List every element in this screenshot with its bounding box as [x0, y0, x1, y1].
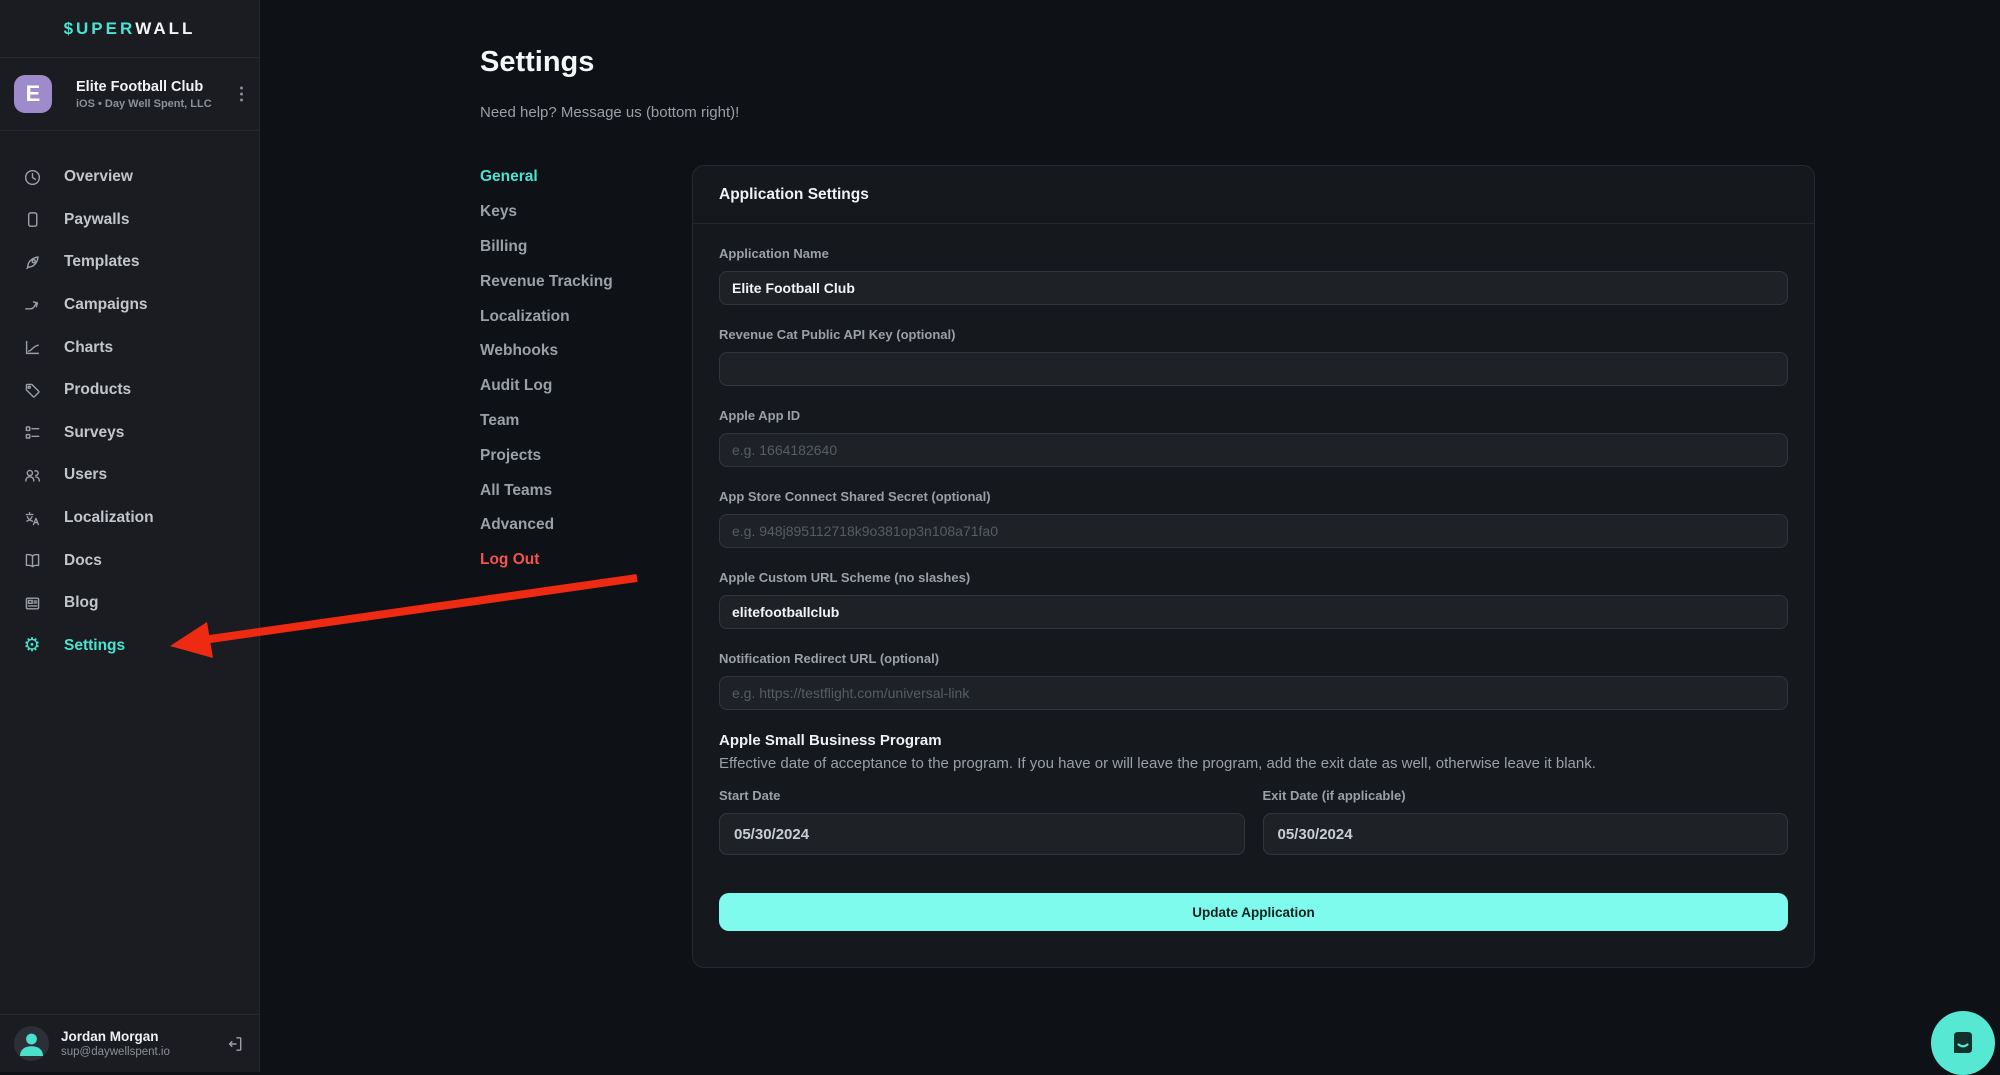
survey-list-icon [22, 423, 42, 443]
sidebar-item-label: Settings [64, 637, 125, 655]
sidebar-item-label: Users [64, 466, 107, 484]
logo-accent-text: $UPER [64, 19, 136, 39]
sidebar: $UPERWALL E Elite Football Club iOS • Da… [0, 0, 260, 1072]
user-email: sup@daywellspent.io [61, 1046, 170, 1058]
user-name: Jordan Morgan [61, 1029, 170, 1044]
settings-nav-webhooks[interactable]: Webhooks [480, 334, 680, 369]
revenuecat-key-label: Revenue Cat Public API Key (optional) [719, 327, 1788, 343]
page-subtitle: Need help? Message us (bottom right)! [480, 104, 739, 121]
small-business-description: Effective date of acceptance to the prog… [719, 755, 1788, 773]
app-subtitle: iOS • Day Well Spent, LLC [76, 98, 212, 110]
small-business-title: Apple Small Business Program [719, 732, 1788, 750]
sidebar-item-surveys[interactable]: Surveys [0, 412, 259, 455]
sidebar-item-users[interactable]: Users [0, 454, 259, 497]
sidebar-item-templates[interactable]: Templates [0, 241, 259, 284]
newspaper-icon [22, 593, 42, 613]
sidebar-item-charts[interactable]: Charts [0, 326, 259, 369]
book-icon [22, 551, 42, 571]
sidebar-item-label: Paywalls [64, 211, 130, 229]
url-scheme-input[interactable] [719, 595, 1788, 629]
revenuecat-key-input[interactable] [719, 352, 1788, 386]
app-selector[interactable]: E Elite Football Club iOS • Day Well Spe… [0, 58, 259, 131]
notification-redirect-label: Notification Redirect URL (optional) [719, 651, 1788, 667]
sidebar-item-settings[interactable]: ⚙ Settings [0, 625, 259, 668]
translate-icon [22, 508, 42, 528]
app-name: Elite Football Club [76, 79, 212, 95]
shared-secret-label: App Store Connect Shared Secret (optiona… [719, 489, 1788, 505]
chat-launcher-button[interactable] [1931, 1011, 1995, 1075]
superwall-logo: $UPERWALL [0, 0, 259, 58]
settings-nav-billing[interactable]: Billing [480, 230, 680, 265]
sidebar-item-label: Charts [64, 339, 113, 357]
url-scheme-label: Apple Custom URL Scheme (no slashes) [719, 570, 1788, 586]
settings-nav-audit-log[interactable]: Audit Log [480, 369, 680, 404]
campaign-arrow-icon [22, 295, 42, 315]
settings-nav-localization[interactable]: Localization [480, 299, 680, 334]
sidebar-item-label: Localization [64, 509, 154, 527]
rocket-icon [22, 252, 42, 272]
notification-redirect-input[interactable] [719, 676, 1788, 710]
gear-icon: ⚙ [22, 636, 42, 656]
settings-nav-log-out[interactable]: Log Out [480, 543, 680, 578]
settings-nav: General Keys Billing Revenue Tracking Lo… [480, 160, 680, 578]
phone-icon [22, 210, 42, 230]
chart-line-icon [22, 338, 42, 358]
sidebar-item-label: Campaigns [64, 296, 148, 314]
settings-nav-all-teams[interactable]: All Teams [480, 473, 680, 508]
application-settings-card: Application Settings Application Name Re… [692, 165, 1815, 968]
sidebar-item-label: Products [64, 381, 131, 399]
logo-rest-text: WALL [135, 19, 195, 39]
main-content: Settings Need help? Message us (bottom r… [260, 0, 2000, 1072]
sidebar-item-paywalls[interactable]: Paywalls [0, 199, 259, 242]
sidebar-nav: Overview Paywalls Templates Campaigns Ch… [0, 156, 259, 667]
update-application-button[interactable]: Update Application [719, 893, 1788, 931]
apple-app-id-input[interactable] [719, 433, 1788, 467]
sidebar-item-overview[interactable]: Overview [0, 156, 259, 199]
sidebar-item-label: Docs [64, 552, 102, 570]
sidebar-item-label: Overview [64, 168, 133, 186]
app-icon: E [14, 75, 52, 113]
settings-nav-team[interactable]: Team [480, 404, 680, 439]
avatar [14, 1026, 49, 1061]
apple-app-id-label: Apple App ID [719, 408, 1788, 424]
start-date-input[interactable] [719, 813, 1245, 855]
sidebar-item-docs[interactable]: Docs [0, 539, 259, 582]
settings-nav-general[interactable]: General [480, 160, 680, 195]
card-title: Application Settings [693, 166, 1814, 224]
sidebar-item-label: Templates [64, 253, 140, 271]
tag-icon [22, 380, 42, 400]
sidebar-item-products[interactable]: Products [0, 369, 259, 412]
start-date-label: Start Date [719, 788, 1245, 804]
clock-icon [22, 167, 42, 187]
sidebar-item-label: Blog [64, 594, 98, 612]
dots-vertical-icon[interactable] [236, 83, 247, 106]
sidebar-item-localization[interactable]: Localization [0, 497, 259, 540]
sign-out-icon[interactable] [226, 1034, 245, 1053]
page-title: Settings [480, 46, 594, 79]
sidebar-item-label: Surveys [64, 424, 124, 442]
sidebar-item-blog[interactable]: Blog [0, 582, 259, 625]
exit-date-input[interactable] [1263, 813, 1789, 855]
application-name-input[interactable] [719, 271, 1788, 305]
settings-nav-advanced[interactable]: Advanced [480, 508, 680, 543]
application-name-label: Application Name [719, 246, 1788, 262]
settings-nav-keys[interactable]: Keys [480, 195, 680, 230]
shared-secret-input[interactable] [719, 514, 1788, 548]
chat-bubble-icon [1946, 1026, 1980, 1060]
settings-nav-projects[interactable]: Projects [480, 438, 680, 473]
users-icon [22, 465, 42, 485]
sidebar-item-campaigns[interactable]: Campaigns [0, 284, 259, 327]
exit-date-label: Exit Date (if applicable) [1263, 788, 1789, 804]
settings-nav-revenue-tracking[interactable]: Revenue Tracking [480, 264, 680, 299]
user-bar[interactable]: Jordan Morgan sup@daywellspent.io [0, 1014, 259, 1072]
